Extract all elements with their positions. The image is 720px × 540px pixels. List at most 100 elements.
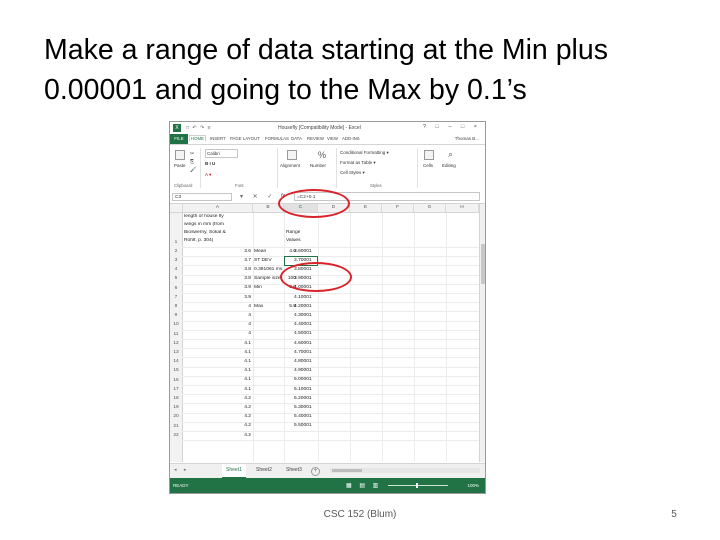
format-as-table-button[interactable]: Format as Table ▾ <box>340 160 376 166</box>
cell-c21-range[interactable]: 5.50001 <box>294 423 318 428</box>
cell-a13[interactable]: 4.1 <box>183 350 251 355</box>
cell-a2[interactable]: 3.6 <box>183 249 251 254</box>
cell-c16-range[interactable]: 5.00001 <box>294 377 318 382</box>
sheet-tab-sheet3[interactable]: Sheet3 <box>282 464 306 477</box>
cell-c1-line-2[interactable]: Values <box>286 238 301 243</box>
row-header-1[interactable]: 1 <box>170 240 182 245</box>
cell-c20-range[interactable]: 5.40001 <box>294 414 318 419</box>
vertical-scroll-thumb[interactable] <box>481 244 485 284</box>
add-sheet-icon[interactable]: + <box>311 467 320 476</box>
row-header-17[interactable]: 17 <box>170 387 182 392</box>
cell-a10[interactable]: 4 <box>183 322 251 327</box>
cell-c8-stat[interactable]: 5.5 <box>254 304 296 309</box>
editing-button[interactable]: Editing <box>442 163 456 168</box>
cell-c2-range[interactable]: 3.60001 <box>294 249 318 254</box>
zoom-slider-knob[interactable] <box>416 483 418 488</box>
cell-c14-range[interactable]: 4.80001 <box>294 359 318 364</box>
row-header-14[interactable]: 14 <box>170 359 182 364</box>
formula-bar-buttons[interactable]: ▾ ✕ ✓ <box>240 193 276 200</box>
cell-a11[interactable]: 4 <box>183 331 251 336</box>
row-header-7[interactable]: 7 <box>170 295 182 300</box>
tab-formulas[interactable]: FORMULAS <box>265 136 289 141</box>
cell-a8[interactable]: 4 <box>183 304 251 309</box>
row-header-16[interactable]: 16 <box>170 378 182 383</box>
cell-c9-range[interactable]: 4.30001 <box>294 313 318 318</box>
conditional-formatting-button[interactable]: Conditional Formatting ▾ <box>340 150 389 156</box>
cell-c8-range[interactable]: 4.20001 <box>294 304 318 309</box>
zoom-slider[interactable] <box>388 483 448 488</box>
row-header-19[interactable]: 19 <box>170 405 182 410</box>
tab-home[interactable]: HOME <box>189 135 206 141</box>
cell-a5[interactable]: 3.8 <box>183 276 251 281</box>
cell-a12[interactable]: 4.1 <box>183 341 251 346</box>
cut-copy-icons[interactable]: ✂ ⎘ 🖌 <box>190 150 196 174</box>
cell-c10-range[interactable]: 4.40001 <box>294 322 318 327</box>
cell-a4[interactable]: 3.8 <box>183 267 251 272</box>
cell-styles-button[interactable]: Cell Styles ▾ <box>340 170 365 176</box>
paste-icon[interactable] <box>175 150 185 160</box>
row-header-8[interactable]: 8 <box>170 304 182 309</box>
quick-access-toolbar[interactable]: □ ↶ ↷ ≡ <box>186 125 211 131</box>
cell-c7-range[interactable]: 4.10001 <box>294 295 318 300</box>
tab-view[interactable]: VIEW <box>327 136 338 141</box>
cell-a16[interactable]: 4.1 <box>183 377 251 382</box>
worksheet-grid[interactable]: 1 2 3 4 5 6 7 8 9 10 11 12 13 14 15 16 17 18 19 20 21 22 leng… <box>170 213 479 462</box>
row-header-3[interactable]: 3 <box>170 258 182 263</box>
cell-c13-range[interactable]: 4.70001 <box>294 350 318 355</box>
select-all-corner[interactable] <box>170 204 183 212</box>
horizontal-scrollbar[interactable] <box>330 468 480 473</box>
row-header-21[interactable]: 21 <box>170 424 182 429</box>
number-format-icon[interactable]: % <box>318 150 326 160</box>
row-header-2[interactable]: 2 <box>170 249 182 254</box>
row-header-4[interactable]: 4 <box>170 267 182 272</box>
row-header-6[interactable]: 6 <box>170 286 182 291</box>
user-name[interactable]: Thomas B... <box>455 136 479 141</box>
cell-a3[interactable]: 3.7 <box>183 258 251 263</box>
cell-a19[interactable]: 4.2 <box>183 405 251 410</box>
window-controls[interactable]: ? □ – □ × <box>423 124 481 130</box>
row-header-20[interactable]: 20 <box>170 414 182 419</box>
column-header-h[interactable]: H <box>446 204 479 212</box>
tab-file[interactable]: FILE <box>170 134 188 144</box>
alignment-button[interactable]: Alignment <box>280 163 300 168</box>
row-header-5[interactable]: 5 <box>170 276 182 281</box>
name-box[interactable]: C3 <box>172 193 232 201</box>
font-name-select[interactable]: Calibri <box>205 149 238 158</box>
cell-a14[interactable]: 4.1 <box>183 359 251 364</box>
cell-a18[interactable]: 4.2 <box>183 396 251 401</box>
row-header-10[interactable]: 10 <box>170 322 182 327</box>
alignment-icon[interactable] <box>287 150 297 160</box>
row-header-11[interactable]: 11 <box>170 332 182 337</box>
sheet-tab-sheet1[interactable]: Sheet1 <box>222 464 246 478</box>
row-header-12[interactable]: 12 <box>170 341 182 346</box>
cells-button[interactable]: Cells <box>423 163 433 168</box>
zoom-level[interactable]: 100% <box>467 483 479 488</box>
paste-button[interactable]: Paste <box>174 163 186 168</box>
tab-review[interactable]: REVIEW <box>307 136 324 141</box>
font-color-icon[interactable]: A ▾ <box>205 172 211 178</box>
tab-page-layout[interactable]: PAGE LAYOUT <box>230 136 260 141</box>
cell-c1-line-1[interactable]: Range <box>286 230 300 235</box>
cell-a6[interactable]: 3.9 <box>183 285 251 290</box>
cell-a20[interactable]: 4.2 <box>183 414 251 419</box>
cell-a21[interactable]: 4.2 <box>183 423 251 428</box>
cell-a7[interactable]: 3.9 <box>183 295 251 300</box>
row-header-13[interactable]: 13 <box>170 350 182 355</box>
row-header-22[interactable]: 22 <box>170 433 182 438</box>
font-format-buttons[interactable]: B I U <box>205 161 215 166</box>
column-header-e[interactable]: E <box>350 204 382 212</box>
cell-a22[interactable]: 4.2 <box>183 433 251 438</box>
tab-data[interactable]: DATA <box>291 136 302 141</box>
cell-c2-stat[interactable]: 4.6 <box>254 249 296 254</box>
cells-icon[interactable] <box>424 150 434 160</box>
cell-a9[interactable]: 4 <box>183 313 251 318</box>
binoculars-icon[interactable]: ⌕ <box>448 149 453 160</box>
sheet-nav-arrows[interactable]: ◂ ▸ <box>174 467 189 473</box>
cell-a1-line-1[interactable]: length of house fly <box>184 214 224 219</box>
view-mode-icons[interactable]: ▦ ▤ ▥ <box>346 482 381 489</box>
row-header-18[interactable]: 18 <box>170 396 182 401</box>
cell-c12-range[interactable]: 4.60001 <box>294 341 318 346</box>
row-header-9[interactable]: 9 <box>170 313 182 318</box>
cell-a17[interactable]: 4.1 <box>183 387 251 392</box>
tab-add-ins[interactable]: ADD-INS <box>342 136 360 141</box>
